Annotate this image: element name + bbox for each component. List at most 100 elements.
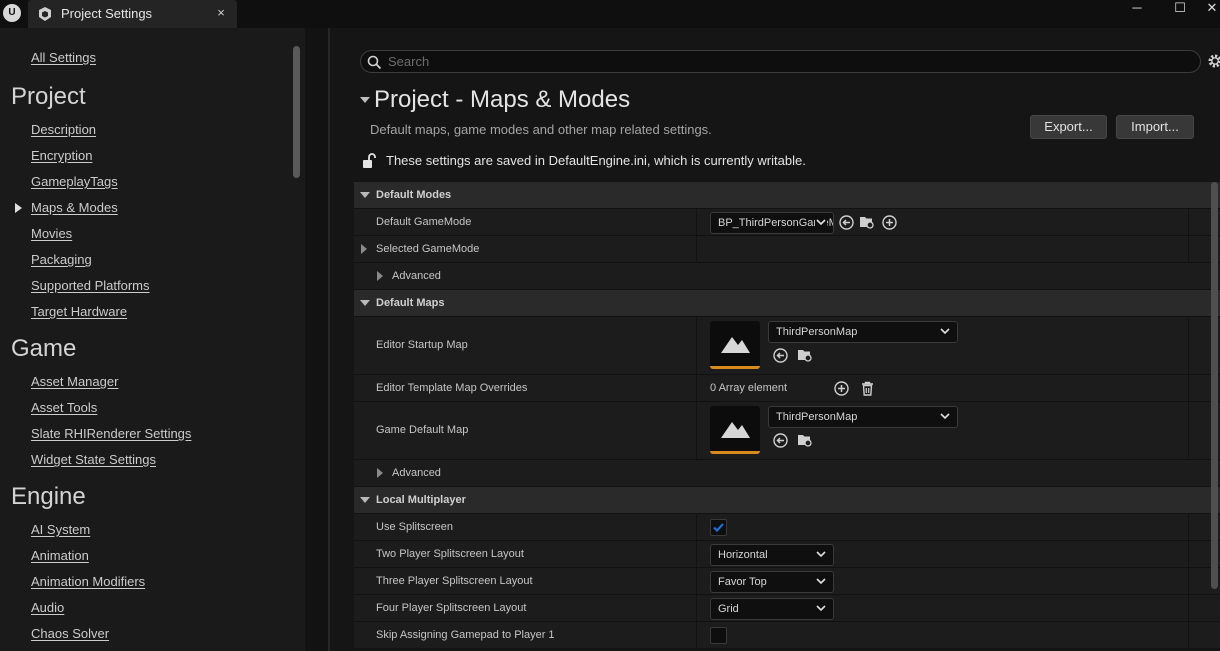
category-label: Default Maps: [376, 297, 445, 309]
column-divider: [696, 595, 697, 621]
search-input[interactable]: Search: [360, 50, 1201, 73]
title-bar: U Project Settings × ─ ☐ ✕: [0, 0, 1220, 28]
import-button[interactable]: Import...: [1116, 115, 1194, 139]
property-row-use-splitscreen: Use Splitscreen: [354, 514, 1220, 541]
map-thumbnail[interactable]: [710, 321, 760, 369]
unreal-logo-icon: U: [3, 4, 21, 22]
two-player-layout-dropdown[interactable]: Horizontal: [710, 544, 834, 566]
search-placeholder: Search: [388, 54, 430, 69]
game-default-map-combobox[interactable]: ThirdPersonMap: [768, 406, 958, 428]
nav-item-asset-tools[interactable]: Asset Tools: [31, 400, 97, 415]
nav-item-animation[interactable]: Animation: [31, 548, 89, 563]
property-label: Editor Startup Map: [376, 339, 468, 351]
panel-splitter[interactable]: [305, 28, 329, 651]
use-selected-arrow-icon[interactable]: [772, 347, 789, 364]
browse-folder-icon[interactable]: [859, 214, 876, 231]
four-player-layout-dropdown[interactable]: Grid: [710, 598, 834, 620]
gear-icon[interactable]: [1207, 53, 1220, 69]
expand-arrow-icon[interactable]: [377, 271, 383, 281]
writable-notice: These settings are saved in DefaultEngin…: [386, 153, 806, 168]
use-selected-arrow-icon[interactable]: [772, 432, 789, 449]
property-row-two-player-layout: Two Player Splitscreen Layout Horizontal: [354, 541, 1220, 568]
combo-value: ThirdPersonMap: [776, 411, 858, 423]
add-circle-icon[interactable]: [881, 214, 898, 231]
advanced-label: Advanced: [392, 270, 441, 282]
category-default-modes[interactable]: Default Modes: [354, 182, 1220, 209]
nav-item-slate-rhirenderer[interactable]: Slate RHIRenderer Settings: [31, 426, 191, 441]
page-subtitle: Default maps, game modes and other map r…: [370, 122, 712, 137]
nav-item-asset-manager[interactable]: Asset Manager: [31, 374, 118, 389]
column-divider: [1188, 595, 1189, 621]
chevron-down-icon: [939, 410, 951, 422]
sidebar-scrollbar[interactable]: [293, 46, 300, 178]
settings-sidebar: All Settings Project Description Encrypt…: [0, 28, 305, 651]
three-player-layout-dropdown[interactable]: Favor Top: [710, 571, 834, 593]
close-window-button[interactable]: ✕: [1204, 0, 1220, 18]
column-divider: [1188, 622, 1189, 648]
chevron-down-icon: [815, 548, 827, 560]
property-row-four-player-layout: Four Player Splitscreen Layout Grid: [354, 595, 1220, 622]
use-selected-arrow-icon[interactable]: [838, 214, 855, 231]
nav-item-widget-state[interactable]: Widget State Settings: [31, 452, 156, 467]
property-label: Game Default Map: [376, 424, 469, 436]
nav-all-settings[interactable]: All Settings: [31, 50, 96, 65]
property-row-selected-gamemode[interactable]: Selected GameMode: [354, 236, 1220, 263]
category-default-maps[interactable]: Default Maps: [354, 290, 1220, 317]
nav-item-ai-system[interactable]: AI System: [31, 522, 90, 537]
expand-arrow-icon[interactable]: [377, 468, 383, 478]
advanced-row[interactable]: Advanced: [354, 460, 1220, 487]
use-splitscreen-checkbox[interactable]: [710, 519, 727, 536]
gamemode-combobox[interactable]: BP_ThirdPersonGameMode: [710, 212, 834, 234]
collapse-arrow-icon: [360, 300, 370, 306]
collapse-arrow-icon: [360, 497, 370, 503]
nav-item-supported-platforms[interactable]: Supported Platforms: [31, 278, 150, 293]
property-label: Use Splitscreen: [376, 521, 454, 533]
nav-item-chaos-solver[interactable]: Chaos Solver: [31, 626, 109, 641]
browse-folder-icon[interactable]: [797, 347, 814, 364]
category-label: Local Multiplayer: [376, 494, 466, 506]
nav-item-encryption[interactable]: Encryption: [31, 148, 92, 163]
expand-arrow-icon[interactable]: [361, 244, 367, 254]
export-button[interactable]: Export...: [1030, 115, 1107, 139]
property-row-template-overrides: Editor Template Map Overrides 0 Array el…: [354, 375, 1220, 402]
tab-title: Project Settings: [61, 6, 153, 21]
collapse-arrow-icon[interactable]: [360, 97, 370, 103]
property-label: Four Player Splitscreen Layout: [376, 602, 527, 614]
add-element-icon[interactable]: [833, 380, 850, 397]
property-grid: Default Modes Default GameMode BP_ThirdP…: [354, 182, 1220, 649]
property-row-game-default-map: Game Default Map ThirdPersonMap: [354, 402, 1220, 460]
nav-item-animation-modifiers[interactable]: Animation Modifiers: [31, 574, 145, 589]
trash-icon[interactable]: [859, 380, 876, 397]
nav-item-maps-modes[interactable]: Maps & Modes: [31, 200, 118, 215]
nav-item-gameplaytags[interactable]: GameplayTags: [31, 174, 118, 189]
property-row-three-player-layout: Three Player Splitscreen Layout Favor To…: [354, 568, 1220, 595]
maximize-button[interactable]: ☐: [1165, 0, 1195, 18]
page-title: Project - Maps & Modes: [374, 86, 631, 113]
nav-item-packaging[interactable]: Packaging: [31, 252, 92, 267]
column-divider: [696, 541, 697, 567]
property-row-skip-gamepad: Skip Assigning Gamepad to Player 1: [354, 622, 1220, 649]
category-local-multiplayer[interactable]: Local Multiplayer: [354, 487, 1220, 514]
nav-category-game: Game: [11, 335, 77, 362]
column-divider: [1188, 402, 1189, 459]
editor-startup-map-combobox[interactable]: ThirdPersonMap: [768, 321, 958, 343]
advanced-row[interactable]: Advanced: [354, 263, 1220, 290]
column-divider: [696, 236, 697, 262]
column-divider: [1188, 568, 1189, 594]
nav-item-movies[interactable]: Movies: [31, 226, 72, 241]
combo-value: ThirdPersonMap: [776, 326, 858, 338]
chevron-down-icon: [815, 575, 827, 587]
nav-item-description[interactable]: Description: [31, 122, 96, 137]
tab-project-settings[interactable]: Project Settings ×: [28, 0, 237, 28]
browse-folder-icon[interactable]: [797, 432, 814, 449]
category-label: Default Modes: [376, 189, 452, 201]
minimize-button[interactable]: ─: [1122, 0, 1152, 18]
column-divider: [1188, 236, 1189, 262]
map-thumbnail[interactable]: [710, 406, 760, 454]
nav-item-target-hardware[interactable]: Target Hardware: [31, 304, 127, 319]
column-divider: [696, 568, 697, 594]
details-scrollbar[interactable]: [1211, 182, 1218, 589]
skip-gamepad-checkbox[interactable]: [710, 627, 727, 644]
nav-item-audio[interactable]: Audio: [31, 600, 64, 615]
close-tab-button[interactable]: ×: [214, 5, 228, 20]
